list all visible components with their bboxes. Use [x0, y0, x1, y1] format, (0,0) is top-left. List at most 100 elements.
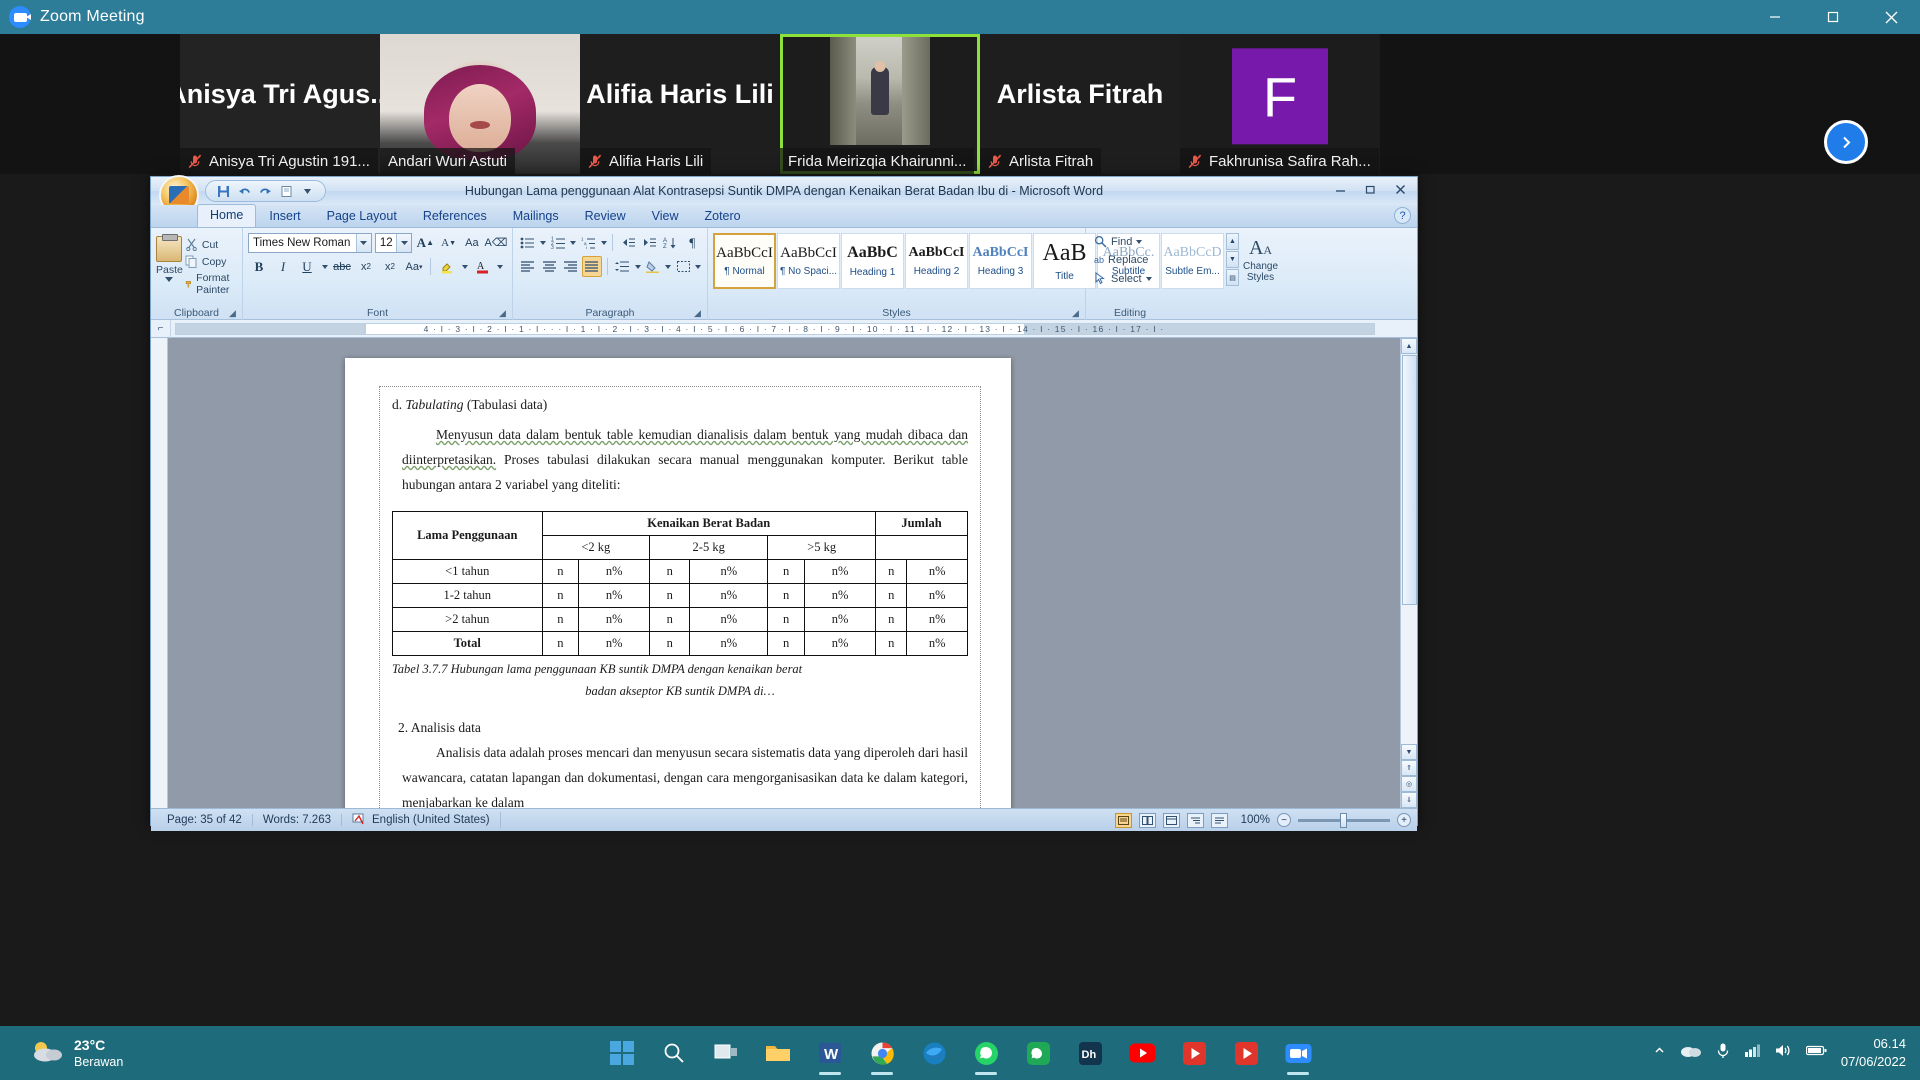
- onedrive-icon[interactable]: [1680, 1043, 1702, 1063]
- styles-scroll-up-icon[interactable]: ▲: [1226, 233, 1239, 250]
- word-restore-button[interactable]: [1355, 178, 1385, 200]
- chevron-up-icon[interactable]: [1653, 1044, 1666, 1062]
- style-heading-1[interactable]: AaBbC Heading 1: [841, 233, 904, 289]
- show-formatting-marks-icon[interactable]: ¶: [683, 232, 702, 253]
- status-proofing[interactable]: English (United States): [342, 812, 501, 828]
- microsoft-word-button[interactable]: W: [807, 1030, 853, 1076]
- scroll-down-button[interactable]: ▼: [1401, 744, 1417, 760]
- find-button[interactable]: Find: [1091, 233, 1169, 250]
- bullets-icon[interactable]: [518, 232, 537, 253]
- italic-button[interactable]: I: [272, 256, 294, 277]
- underline-button[interactable]: U: [296, 256, 318, 277]
- replace-button[interactable]: ab Replace: [1091, 252, 1169, 268]
- zoom-slider-handle[interactable]: [1340, 812, 1347, 828]
- whatsapp-business-button[interactable]: [1015, 1030, 1061, 1076]
- clipboard-dialog-launcher[interactable]: ◢: [229, 308, 239, 318]
- next-participants-button[interactable]: [1824, 120, 1868, 164]
- file-explorer-button[interactable]: [755, 1030, 801, 1076]
- word-close-button[interactable]: [1385, 178, 1415, 200]
- google-chrome-button[interactable]: [859, 1030, 905, 1076]
- volume-icon[interactable]: [1775, 1043, 1792, 1063]
- change-case-icon[interactable]: Aa: [462, 232, 482, 253]
- select-button[interactable]: Select: [1091, 270, 1169, 287]
- tab-review[interactable]: Review: [572, 206, 639, 227]
- start-button[interactable]: [599, 1030, 645, 1076]
- highlight-chevron-down-icon[interactable]: [460, 256, 469, 277]
- shading-icon[interactable]: [643, 256, 662, 277]
- tab-references[interactable]: References: [410, 206, 500, 227]
- cut-button[interactable]: Cut: [183, 236, 237, 253]
- previous-page-button[interactable]: ⇑: [1401, 760, 1417, 776]
- decrease-indent-icon[interactable]: [618, 232, 637, 253]
- next-page-button[interactable]: ⇓: [1401, 792, 1417, 808]
- bullets-chevron-down-icon[interactable]: [539, 232, 546, 253]
- tab-home[interactable]: Home: [197, 204, 257, 227]
- font-size-combobox[interactable]: 12: [374, 232, 413, 253]
- tab-mailings[interactable]: Mailings: [500, 206, 572, 227]
- zoom-slider[interactable]: [1298, 812, 1390, 828]
- participant-tile-4[interactable]: Arlista Fitrah Arlista Fitrah: [980, 34, 1180, 174]
- borders-icon[interactable]: [674, 256, 693, 277]
- text-effects-button[interactable]: Aa ▾: [403, 256, 425, 277]
- font-color-button[interactable]: A: [471, 256, 493, 277]
- taskbar-clock[interactable]: 06.14 07/06/2022: [1841, 1035, 1906, 1070]
- participant-tile-2[interactable]: Alifia Haris Lili Alifia Haris Lili: [580, 34, 780, 174]
- media-player-2-button[interactable]: [1223, 1030, 1269, 1076]
- font-name-combobox[interactable]: Times New Roman: [248, 232, 372, 253]
- status-zoom-level[interactable]: 100%: [1241, 814, 1270, 826]
- view-outline-button[interactable]: [1186, 812, 1204, 828]
- youtube-button[interactable]: [1119, 1030, 1165, 1076]
- shrink-font-icon[interactable]: A ▼: [438, 232, 458, 253]
- zoom-out-button[interactable]: −: [1277, 813, 1291, 827]
- styles-scroll-down-icon[interactable]: ▼: [1226, 251, 1239, 268]
- scroll-up-button[interactable]: ▲: [1401, 338, 1417, 354]
- strikethrough-button[interactable]: abc: [331, 256, 353, 277]
- increase-indent-icon[interactable]: [640, 232, 659, 253]
- subscript-button[interactable]: x2: [355, 256, 377, 277]
- customize-qat-icon[interactable]: [298, 182, 317, 200]
- status-page-number[interactable]: Page: 35 of 42: [157, 814, 253, 826]
- network-icon[interactable]: [1744, 1043, 1761, 1063]
- thunderbird-button[interactable]: [911, 1030, 957, 1076]
- document-page[interactable]: d. Tabulating (Tabulasi data) Menyusun d…: [345, 358, 1011, 808]
- zoom-minimize-button[interactable]: [1746, 0, 1804, 34]
- whatsapp-button[interactable]: [963, 1030, 1009, 1076]
- tab-zotero[interactable]: Zotero: [691, 206, 753, 227]
- tab-insert[interactable]: Insert: [256, 206, 313, 227]
- styles-more-icon[interactable]: ▤: [1226, 269, 1239, 286]
- task-view-button[interactable]: [703, 1030, 749, 1076]
- clear-formatting-icon[interactable]: A⌫: [485, 232, 508, 253]
- bold-button[interactable]: B: [248, 256, 270, 277]
- participant-tile-5[interactable]: F Fakhrunisa Safira Rah...: [1180, 34, 1380, 174]
- underline-chevron-down-icon[interactable]: [320, 256, 329, 277]
- styles-dialog-launcher[interactable]: ◢: [1072, 308, 1082, 318]
- style-no-spacing[interactable]: AaBbCcI ¶ No Spaci...: [777, 233, 840, 289]
- tab-page-layout[interactable]: Page Layout: [314, 206, 410, 227]
- tab-selector-button[interactable]: ⌐: [151, 319, 171, 338]
- font-size-chevron-down-icon[interactable]: [396, 233, 412, 252]
- change-styles-button[interactable]: AA Change Styles: [1243, 233, 1278, 283]
- sort-icon[interactable]: AZ: [661, 232, 680, 253]
- print-preview-icon[interactable]: [277, 182, 296, 200]
- multilevel-chevron-down-icon[interactable]: [600, 232, 607, 253]
- font-dialog-launcher[interactable]: ◢: [499, 308, 509, 318]
- search-button[interactable]: [651, 1030, 697, 1076]
- align-left-icon[interactable]: [518, 256, 537, 277]
- view-draft-button[interactable]: [1210, 812, 1228, 828]
- help-button[interactable]: ?: [1394, 207, 1411, 224]
- status-word-count[interactable]: Words: 7.263: [253, 814, 342, 826]
- weather-widget[interactable]: 23°C Berawan: [30, 1036, 123, 1070]
- microphone-icon[interactable]: [1716, 1042, 1730, 1064]
- superscript-button[interactable]: x2: [379, 256, 401, 277]
- text-highlight-color-button[interactable]: [436, 256, 458, 277]
- status-language[interactable]: English (United States): [372, 814, 490, 826]
- zoom-in-button[interactable]: +: [1397, 813, 1411, 827]
- save-icon[interactable]: [214, 182, 233, 200]
- style-heading-2[interactable]: AaBbCcI Heading 2: [905, 233, 968, 289]
- copy-button[interactable]: Copy: [183, 253, 237, 270]
- scrollbar-thumb[interactable]: [1401, 355, 1417, 605]
- borders-chevron-down-icon[interactable]: [695, 256, 702, 277]
- tab-view[interactable]: View: [639, 206, 692, 227]
- participant-tile-0[interactable]: Anisya Tri Agus... Anisya Tri Agustin 19…: [180, 34, 380, 174]
- document-vertical-scrollbar[interactable]: ▲ ▼ ⇑ ◎ ⇓: [1400, 338, 1417, 808]
